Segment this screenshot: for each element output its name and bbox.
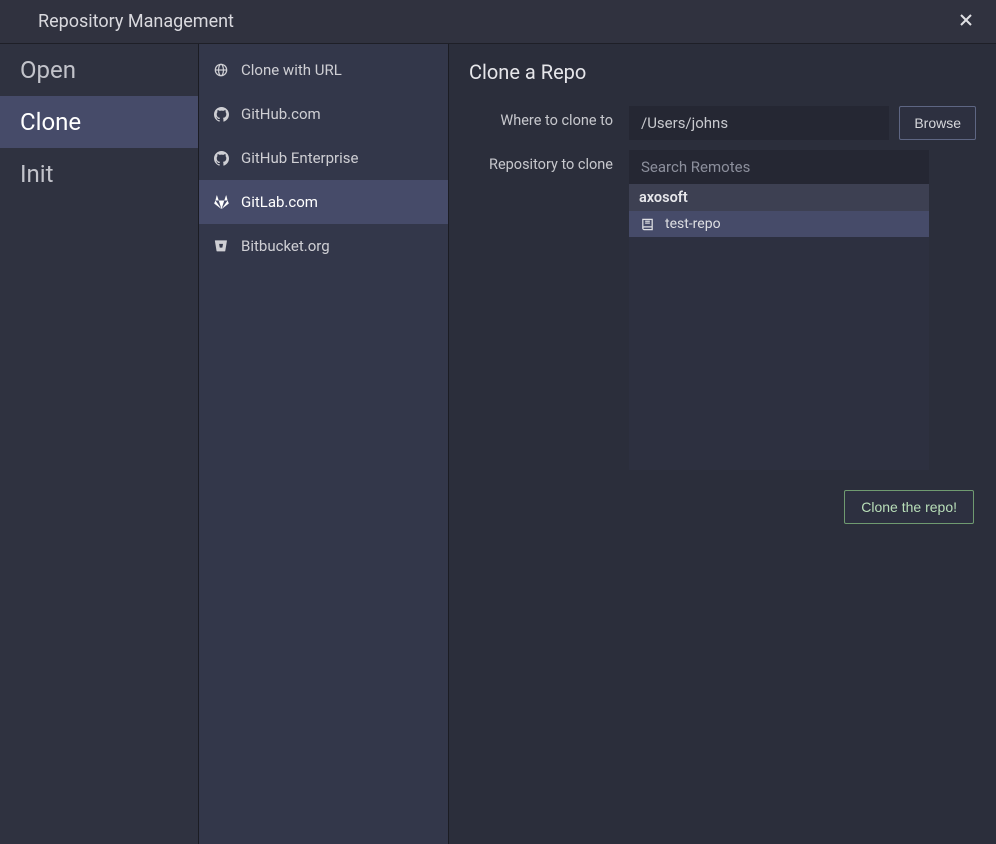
panel-title: Clone a Repo: [469, 60, 976, 84]
gitlab-icon: [213, 194, 229, 210]
source-label: Bitbucket.org: [241, 237, 330, 255]
repo-list[interactable]: axosoft test-repo: [629, 184, 929, 470]
primary-tabs: Open Clone Init: [0, 44, 199, 844]
globe-icon: [213, 62, 229, 78]
bitbucket-icon: [213, 238, 229, 254]
close-icon: [959, 12, 973, 31]
source-github[interactable]: GitHub.com: [199, 92, 448, 136]
tab-clone[interactable]: Clone: [0, 96, 198, 148]
clone-repo-button[interactable]: Clone the repo!: [844, 490, 974, 524]
repo-group-header: axosoft: [629, 184, 929, 211]
tab-open[interactable]: Open: [0, 44, 198, 96]
source-label: GitLab.com: [241, 193, 318, 211]
clone-path-input[interactable]: [629, 106, 889, 140]
repo-to-clone-label: Repository to clone: [469, 150, 629, 173]
source-clone-url[interactable]: Clone with URL: [199, 48, 448, 92]
search-remotes-input[interactable]: [629, 150, 929, 184]
source-gitlab[interactable]: GitLab.com: [199, 180, 448, 224]
tab-init[interactable]: Init: [0, 148, 198, 200]
close-button[interactable]: [954, 10, 978, 34]
github-icon: [213, 150, 229, 166]
source-list: Clone with URL GitHub.com GitHub Enterpr…: [199, 44, 449, 844]
browse-button[interactable]: Browse: [899, 106, 976, 140]
repo-item[interactable]: test-repo: [629, 211, 929, 237]
github-icon: [213, 106, 229, 122]
source-bitbucket[interactable]: Bitbucket.org: [199, 224, 448, 268]
source-github-enterprise[interactable]: GitHub Enterprise: [199, 136, 448, 180]
where-to-clone-label: Where to clone to: [469, 106, 629, 129]
book-icon: [639, 216, 655, 232]
dialog-title: Repository Management: [38, 11, 234, 32]
source-label: GitHub Enterprise: [241, 149, 359, 167]
main-panel: Clone a Repo Where to clone to Browse Re…: [449, 44, 996, 844]
repo-item-name: test-repo: [665, 216, 721, 232]
source-label: Clone with URL: [241, 61, 342, 79]
source-label: GitHub.com: [241, 105, 321, 123]
